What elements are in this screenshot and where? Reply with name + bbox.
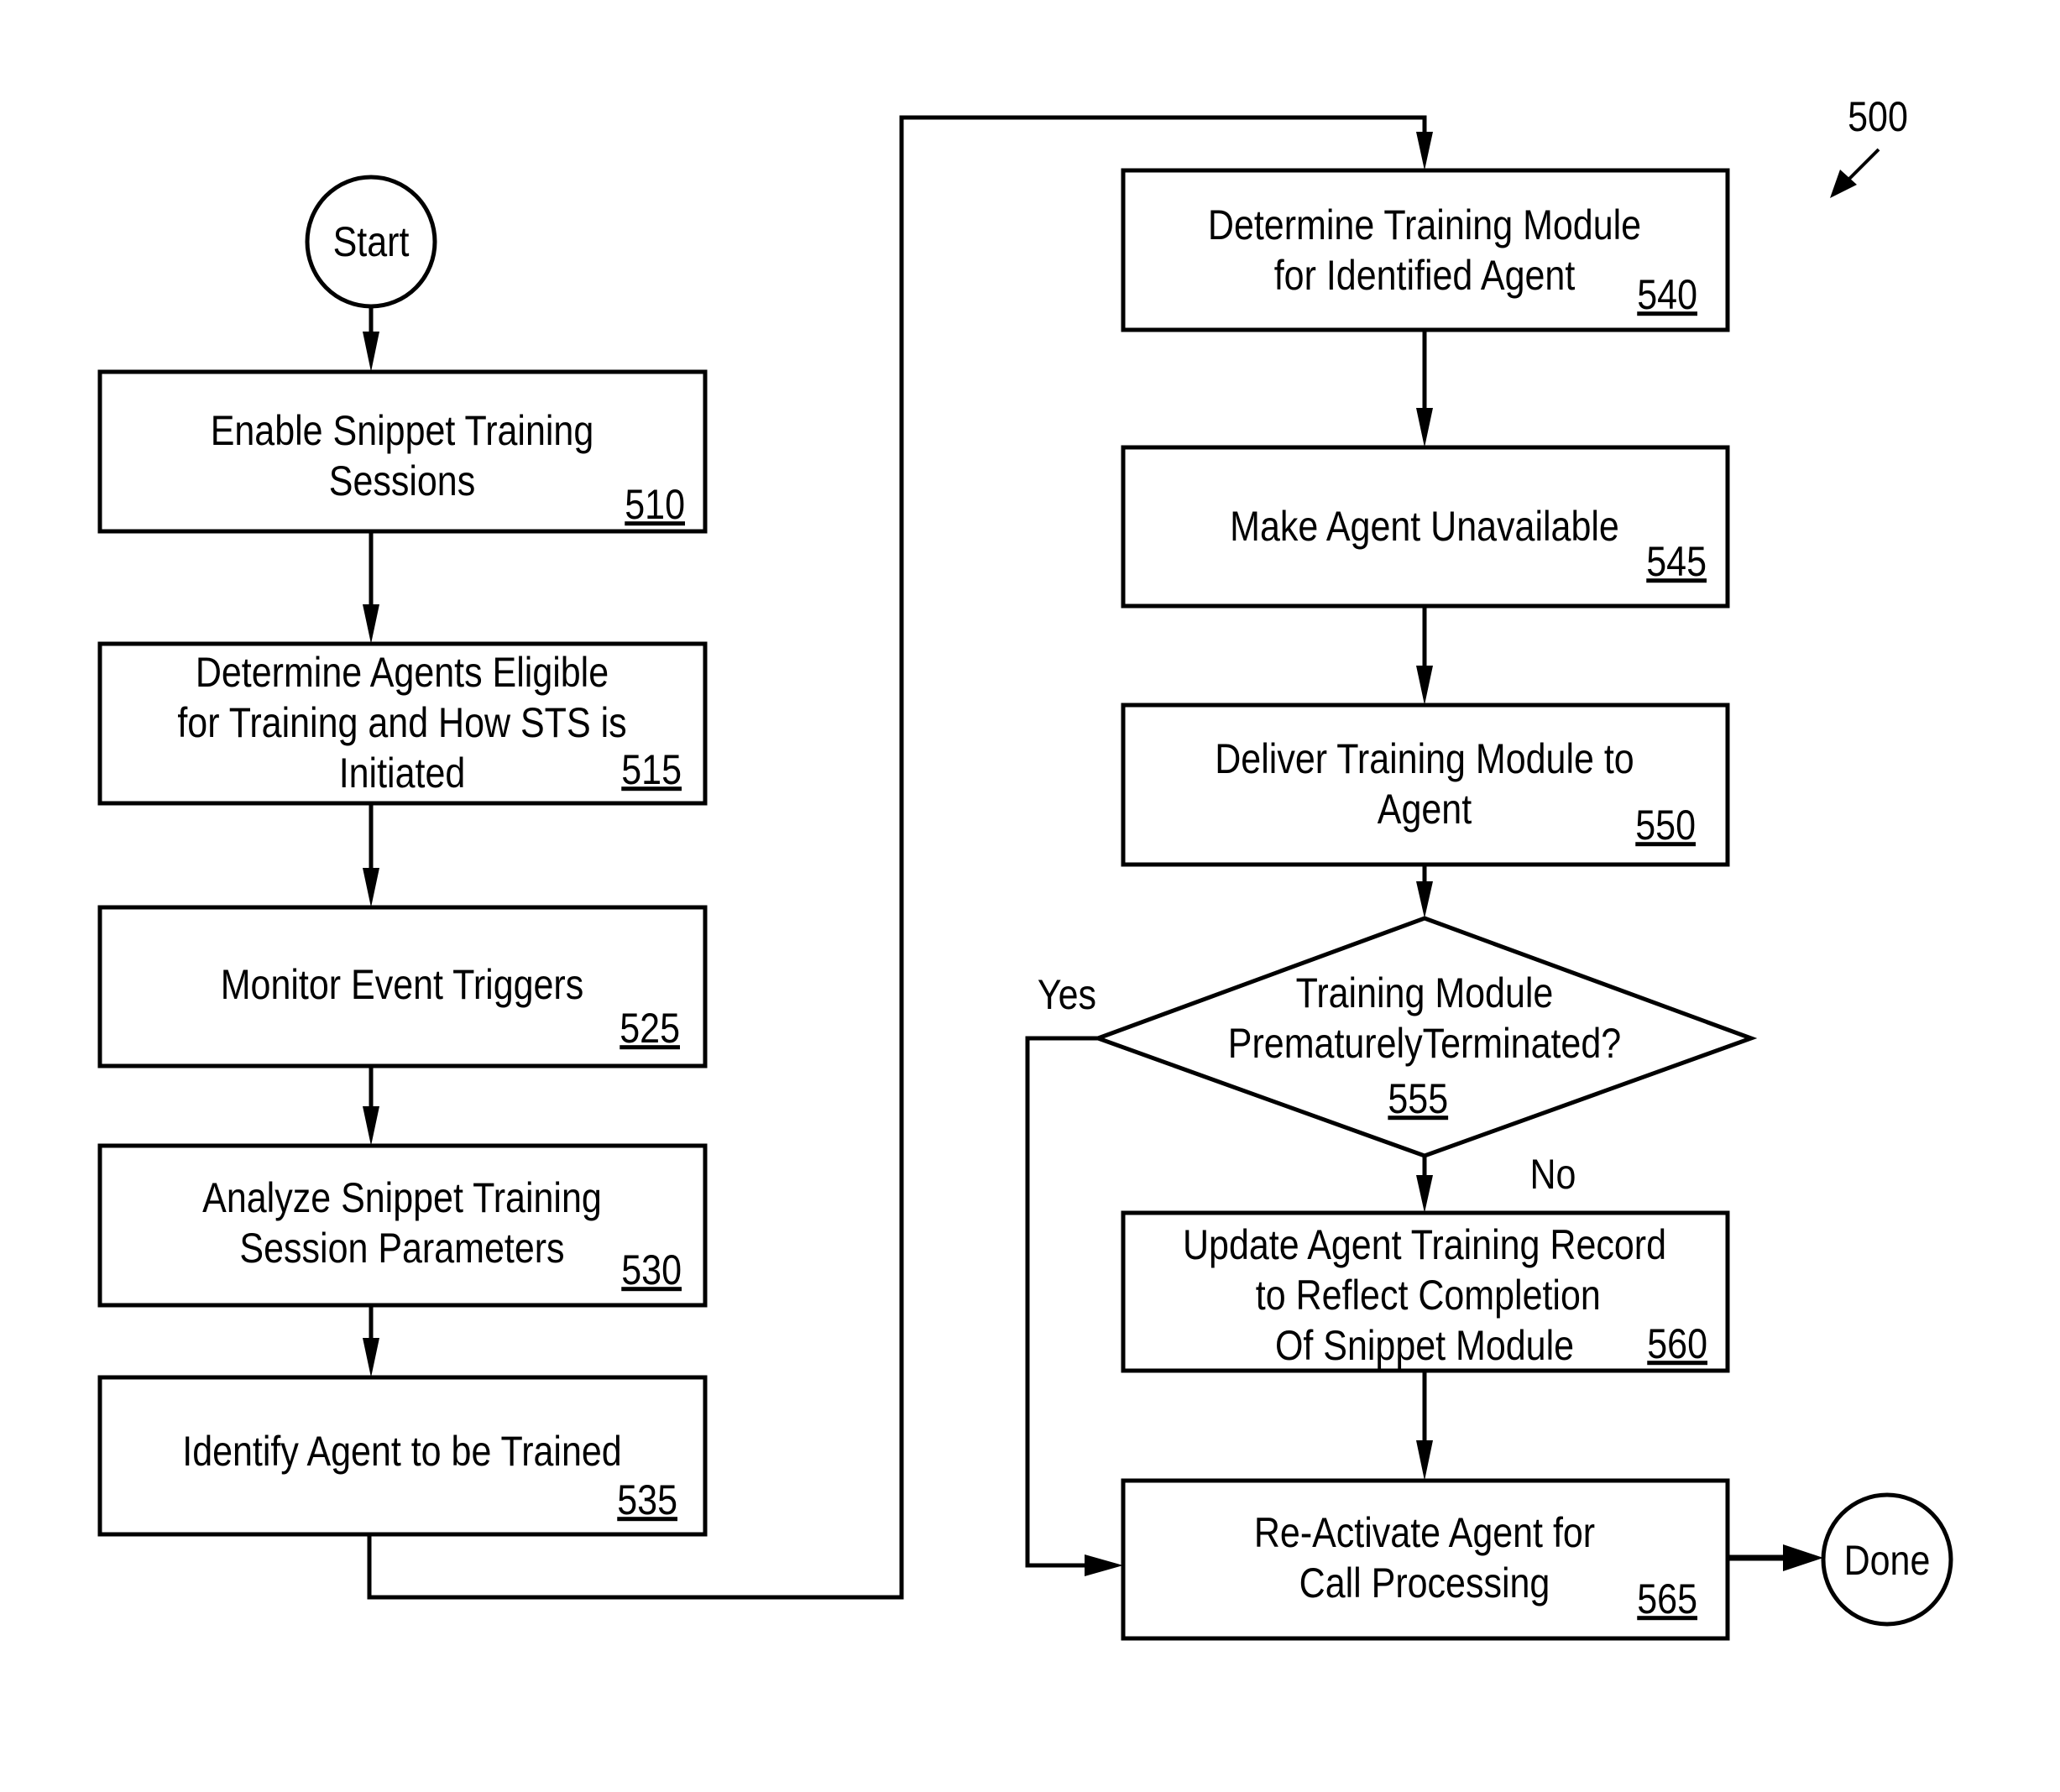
connector-530-to-535 xyxy=(363,1305,379,1377)
step-565-line-1: Re-Activate Agent for xyxy=(1254,1509,1595,1556)
arrowhead-icon xyxy=(1416,666,1433,705)
arrowhead-icon xyxy=(363,604,379,644)
done-terminal: Done xyxy=(1821,1492,1953,1627)
arrowhead-icon xyxy=(363,332,379,372)
connector-560-to-565 xyxy=(1416,1371,1433,1481)
step-515-line-3: Initiated xyxy=(339,750,466,797)
step-510: Enable Snippet Training Sessions 510 xyxy=(97,369,708,534)
connector-565-to-done xyxy=(1728,1544,1823,1571)
arrowhead-icon xyxy=(1085,1554,1123,1576)
start-label: Start xyxy=(333,218,410,265)
step-550: Deliver Training Module to Agent 550 xyxy=(1121,703,1730,867)
step-510-ref: 510 xyxy=(625,481,685,528)
yes-label: Yes xyxy=(1038,971,1096,1018)
arrowhead-icon xyxy=(1416,408,1433,447)
arrowhead-icon xyxy=(363,1338,379,1377)
step-545-ref: 545 xyxy=(1646,538,1707,585)
no-label: No xyxy=(1530,1151,1576,1198)
connector-545-to-550 xyxy=(1416,606,1433,705)
step-535-line-1: Identify Agent to be Trained xyxy=(182,1428,621,1475)
flowchart: Start Enable Snippet Training Sessions 5… xyxy=(97,93,1953,1641)
arrowhead-icon xyxy=(1783,1544,1823,1571)
step-525-ref: 525 xyxy=(620,1005,680,1052)
connector-start-to-510 xyxy=(363,306,379,372)
step-530-ref: 530 xyxy=(621,1246,682,1293)
step-525-line-1: Monitor Event Triggers xyxy=(221,961,584,1008)
step-530-line-1: Analyze Snippet Training xyxy=(202,1174,602,1221)
step-550-ref: 550 xyxy=(1635,802,1696,849)
step-560-ref: 560 xyxy=(1647,1320,1707,1367)
connector-550-to-555 xyxy=(1416,865,1433,918)
connector-515-to-525 xyxy=(363,803,379,907)
step-550-line-2: Agent xyxy=(1378,786,1472,833)
arrowhead-icon xyxy=(1416,1440,1433,1481)
step-530-line-2: Session Parameters xyxy=(239,1225,564,1272)
arrowhead-icon xyxy=(1416,132,1433,170)
arrowhead-icon xyxy=(1416,881,1433,918)
step-530: Analyze Snippet Training Session Paramet… xyxy=(97,1143,708,1308)
figure-reference-arrow-icon xyxy=(1830,148,1880,198)
step-540-line-1: Determine Training Module xyxy=(1208,201,1641,248)
step-565-line-2: Call Processing xyxy=(1299,1560,1550,1607)
step-515-ref: 515 xyxy=(621,746,682,793)
step-540-ref: 540 xyxy=(1637,271,1697,318)
step-565-ref: 565 xyxy=(1637,1575,1697,1622)
step-510-line-1: Enable Snippet Training xyxy=(211,407,594,454)
arrowhead-icon xyxy=(363,1106,379,1146)
decision-555: Training Module PrematurelyTerminated? 5… xyxy=(1091,916,1758,1158)
connector-555-yes-to-565 xyxy=(1025,1036,1123,1576)
start-terminal: Start xyxy=(305,175,437,309)
step-560-line-3: Of Snippet Module xyxy=(1275,1322,1574,1369)
step-535-ref: 535 xyxy=(617,1476,677,1523)
step-540-line-2: for Identified Agent xyxy=(1274,252,1576,299)
step-560: Update Agent Training Record to Reflect … xyxy=(1121,1210,1730,1373)
connector-510-to-515 xyxy=(363,531,379,644)
step-515-line-1: Determine Agents Eligible xyxy=(196,649,609,696)
step-515-line-2: for Training and How STS is xyxy=(177,699,626,746)
step-510-line-2: Sessions xyxy=(329,457,475,504)
decision-555-line-2: PrematurelyTerminated? xyxy=(1228,1020,1621,1067)
figure-reference-number: 500 xyxy=(1848,93,1908,140)
step-560-line-1: Update Agent Training Record xyxy=(1183,1221,1666,1268)
arrowhead-icon xyxy=(1416,1175,1433,1213)
step-535: Identify Agent to be Trained 535 xyxy=(97,1375,708,1537)
connector-540-to-545 xyxy=(1416,330,1433,447)
decision-555-line-1: Training Module xyxy=(1296,969,1554,1016)
step-565: Re-Activate Agent for Call Processing 56… xyxy=(1121,1478,1730,1641)
step-560-line-2: to Reflect Completion xyxy=(1256,1272,1601,1319)
done-label: Done xyxy=(1844,1537,1931,1584)
step-550-line-1: Deliver Training Module to xyxy=(1215,735,1634,782)
decision-555-ref: 555 xyxy=(1388,1075,1448,1122)
step-515: Determine Agents Eligible for Training a… xyxy=(97,641,708,806)
connector-525-to-530 xyxy=(363,1066,379,1146)
connector-555-no-to-560 xyxy=(1416,1156,1433,1213)
step-545: Make Agent Unavailable 545 xyxy=(1121,445,1730,609)
step-545-line-1: Make Agent Unavailable xyxy=(1230,503,1619,550)
step-540: Determine Training Module for Identified… xyxy=(1121,168,1730,332)
arrowhead-icon xyxy=(363,868,379,907)
step-525: Monitor Event Triggers 525 xyxy=(97,905,708,1068)
